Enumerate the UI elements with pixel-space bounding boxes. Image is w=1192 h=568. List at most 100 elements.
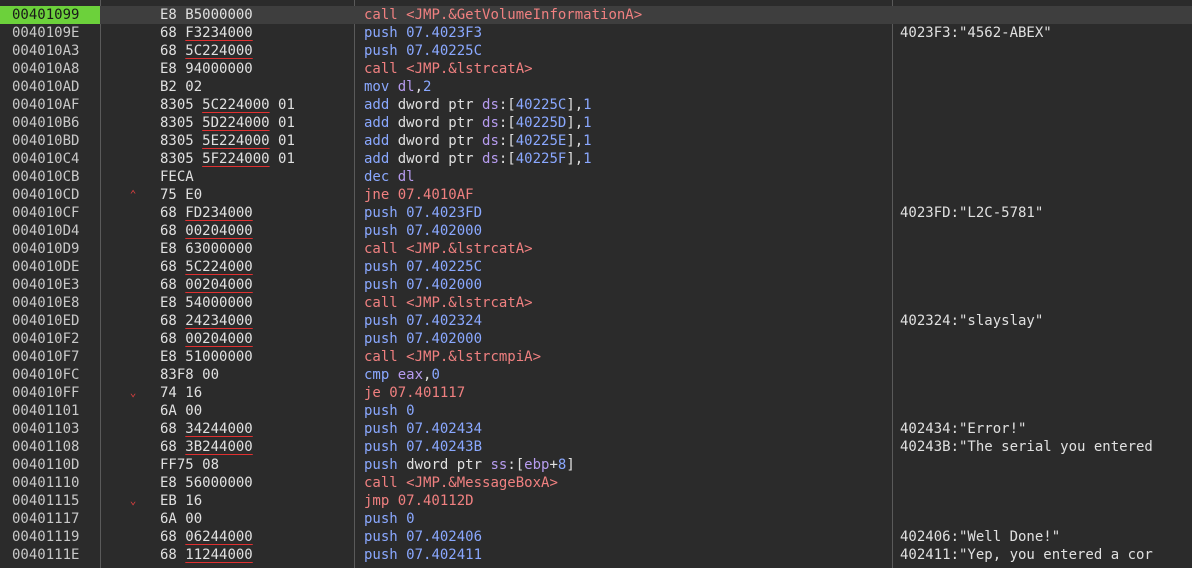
jump-up-arrow-icon[interactable]: ⌃: [126, 186, 140, 204]
row-address[interactable]: 00401108: [12, 438, 79, 456]
row-disassembly: call <JMP.&GetVolumeInformationA>: [364, 7, 643, 23]
row-address[interactable]: 004010A3: [12, 42, 79, 60]
mnemonic: call: [364, 241, 407, 257]
disasm-row[interactable]: 004010D9 E8 63000000 call <JMP.&lstrcatA>: [0, 240, 1192, 258]
row-address[interactable]: 004010F7: [12, 348, 79, 366]
row-bytes: 8305 5E224000 01: [160, 133, 295, 149]
disasm-row[interactable]: 0040111E 68 11244000 push 07.402411 402411:…: [0, 546, 1192, 564]
row-disassembly: push 07.4023F3: [364, 25, 483, 41]
mnemonic: push: [364, 511, 407, 527]
disasm-row[interactable]: 004010E8 E8 54000000 call <JMP.&lstrcatA>: [0, 294, 1192, 312]
row-bytes: 74 16: [160, 385, 203, 401]
disasm-row[interactable]: 004010FF ⌄ 74 16 je 07.401117: [0, 384, 1192, 402]
disasm-row[interactable]: 00401119 68 06244000 push 07.402406 402406:…: [0, 528, 1192, 546]
row-address[interactable]: 004010C4: [12, 150, 79, 168]
row-disassembly: call <JMP.&lstrcmpiA>: [364, 349, 542, 365]
row-address[interactable]: 0040111E: [12, 546, 79, 564]
operand-bytes: 00204000: [185, 277, 253, 293]
mnemonic: push: [364, 331, 407, 347]
row-address[interactable]: 004010DE: [12, 258, 79, 276]
disasm-row[interactable]: 004010B6 8305 5D224000 01 add dword ptr ds…: [0, 114, 1192, 132]
disasm-row[interactable]: 004010ED 68 24234000 push 07.402324 402324:…: [0, 312, 1192, 330]
row-disassembly: dec dl: [364, 169, 415, 185]
disasm-row[interactable]: 004010A3 68 5C224000 push 07.40225C: [0, 42, 1192, 60]
row-address[interactable]: 0040110D: [12, 456, 79, 474]
row-address[interactable]: 004010FF: [12, 384, 79, 402]
jump-down-arrow-icon[interactable]: ⌄: [126, 384, 140, 402]
row-address[interactable]: 004010BD: [12, 132, 79, 150]
disasm-row[interactable]: 004010F7 E8 51000000 call <JMP.&lstrcmpiA>: [0, 348, 1192, 366]
row-address[interactable]: 004010F2: [12, 330, 79, 348]
disasm-row[interactable]: 004010A8 E8 94000000 call <JMP.&lstrcatA>: [0, 60, 1192, 78]
disasm-row[interactable]: 0040110D FF75 08 push dword ptr ss:[ebp+8]: [0, 456, 1192, 474]
row-address[interactable]: 004010CD: [12, 186, 79, 204]
row-address[interactable]: 004010CB: [12, 168, 79, 186]
mnemonic: push: [364, 421, 407, 437]
disasm-row[interactable]: 004010DE 68 5C224000 push 07.40225C: [0, 258, 1192, 276]
row-address[interactable]: 004010D4: [12, 222, 79, 240]
jump-down-arrow-icon[interactable]: ⌄: [126, 492, 140, 510]
row-address[interactable]: 004010E8: [12, 294, 79, 312]
row-address[interactable]: 00401103: [12, 420, 79, 438]
disasm-row[interactable]: 00401110 E8 56000000 call <JMP.&MessageBox…: [0, 474, 1192, 492]
mnemonic: push: [364, 529, 407, 545]
row-address[interactable]: 00401110: [12, 474, 79, 492]
disasm-row[interactable]: 004010CD ⌃ 75 E0 jne 07.4010AF: [0, 186, 1192, 204]
row-comment: 402324:"slayslay": [900, 313, 1044, 329]
row-address[interactable]: 00401117: [12, 510, 79, 528]
disasm-row[interactable]: 004010AD B2 02 mov dl,2: [0, 78, 1192, 96]
disasm-row[interactable]: 00401103 68 34244000 push 07.402434 402434:…: [0, 420, 1192, 438]
row-address[interactable]: 004010AF: [12, 96, 79, 114]
row-address[interactable]: 004010D9: [12, 240, 79, 258]
operand-bytes: 00: [185, 511, 203, 527]
disasm-row[interactable]: 004010E3 68 00204000 push 07.402000: [0, 276, 1192, 294]
disasm-row[interactable]: 00401115 ⌄ EB 16 jmp 07.40112D: [0, 492, 1192, 510]
mnemonic: push: [364, 205, 407, 221]
row-address[interactable]: 00401099: [12, 6, 79, 24]
mnemonic: push: [364, 259, 407, 275]
disasm-row[interactable]: 004010FC 83F8 00 cmp eax,0: [0, 366, 1192, 384]
disassembly-view[interactable]: 00401099 E8 B5000000 call <JMP.&GetVolumeI…: [0, 0, 1192, 568]
mnemonic: push: [364, 223, 407, 239]
row-address[interactable]: 004010ED: [12, 312, 79, 330]
mnemonic: add: [364, 151, 398, 167]
operand-bytes: 3B244000: [185, 439, 253, 455]
disasm-row[interactable]: 004010BD 8305 5E224000 01 add dword ptr ds…: [0, 132, 1192, 150]
mnemonic: call: [364, 7, 407, 23]
row-address[interactable]: 004010A8: [12, 60, 79, 78]
row-disassembly: add dword ptr ds:[40225D],1: [364, 115, 592, 131]
disasm-row[interactable]: 00401108 68 3B244000 push 07.40243B 40243B:…: [0, 438, 1192, 456]
row-address[interactable]: 00401101: [12, 402, 79, 420]
disasm-row[interactable]: 004010CF 68 FD234000 push 07.4023FD 4023FD:…: [0, 204, 1192, 222]
row-address[interactable]: 004010FC: [12, 366, 79, 384]
row-address[interactable]: 004010B6: [12, 114, 79, 132]
mnemonic: cmp: [364, 367, 398, 383]
row-address[interactable]: 00401119: [12, 528, 79, 546]
row-address[interactable]: 0040109E: [12, 24, 79, 42]
disasm-row[interactable]: 004010F2 68 00204000 push 07.402000: [0, 330, 1192, 348]
row-address[interactable]: 00401115: [12, 492, 79, 510]
row-disassembly: push 07.40243B: [364, 439, 483, 455]
disasm-row[interactable]: 004010CB FECA dec dl: [0, 168, 1192, 186]
row-disassembly: add dword ptr ds:[40225F],1: [364, 151, 592, 167]
disasm-row[interactable]: 00401117 6A 00 push 0: [0, 510, 1192, 528]
disasm-row[interactable]: 00401099 E8 B5000000 call <JMP.&GetVolumeI…: [0, 6, 1192, 24]
operand-bytes: 00: [202, 367, 220, 383]
row-address[interactable]: 004010CF: [12, 204, 79, 222]
disasm-row[interactable]: 0040109E 68 F3234000 push 07.4023F3 4023F3:…: [0, 24, 1192, 42]
row-comment: 40243B:"The serial you entered: [900, 439, 1153, 455]
row-bytes: EB 16: [160, 493, 203, 509]
row-address[interactable]: 004010AD: [12, 78, 79, 96]
row-bytes: E8 51000000: [160, 349, 253, 365]
disasm-row[interactable]: 004010C4 8305 5F224000 01 add dword ptr ds…: [0, 150, 1192, 168]
row-disassembly: call <JMP.&MessageBoxA>: [364, 475, 558, 491]
row-disassembly: push 07.402411: [364, 547, 483, 563]
disasm-row[interactable]: 00401101 6A 00 push 0: [0, 402, 1192, 420]
mnemonic: push: [364, 547, 407, 563]
row-address[interactable]: 004010E3: [12, 276, 79, 294]
row-bytes: 8305 5D224000 01: [160, 115, 295, 131]
disasm-row[interactable]: 004010D4 68 00204000 push 07.402000: [0, 222, 1192, 240]
operand-bytes: 5C224000: [202, 97, 270, 113]
mnemonic: push: [364, 277, 407, 293]
disasm-row[interactable]: 004010AF 8305 5C224000 01 add dword ptr ds…: [0, 96, 1192, 114]
